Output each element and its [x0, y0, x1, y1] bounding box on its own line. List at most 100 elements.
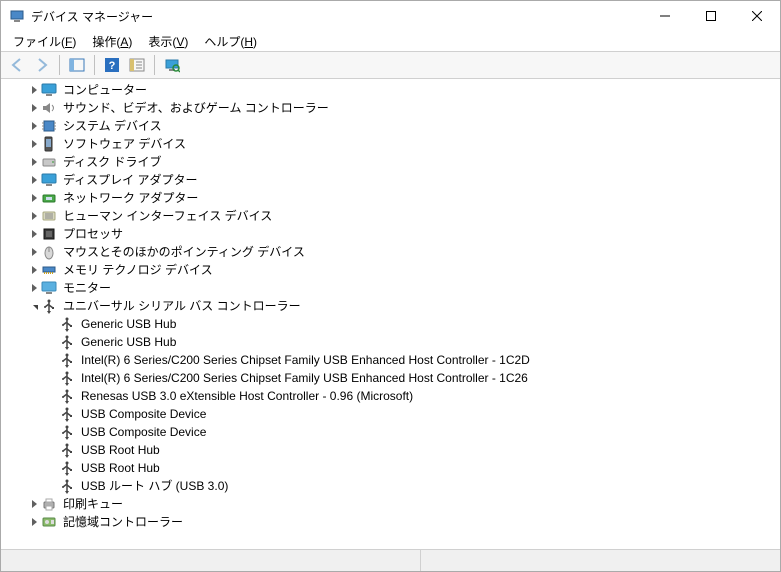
- expander-closed-icon[interactable]: [27, 117, 41, 135]
- expander-none-icon: [45, 333, 59, 351]
- tree-item[interactable]: ネットワーク アダプター: [9, 189, 778, 207]
- tree-item-label: Intel(R) 6 Series/C200 Series Chipset Fa…: [79, 351, 532, 369]
- properties-button[interactable]: [125, 53, 149, 77]
- menu-file[interactable]: ファイル(F): [5, 32, 84, 51]
- forward-button[interactable]: [30, 53, 54, 77]
- tree-item[interactable]: メモリ テクノロジ デバイス: [9, 261, 778, 279]
- expander-none-icon: [45, 477, 59, 495]
- tree-item-label: USB Root Hub: [79, 441, 162, 459]
- toolbar-separator: [59, 55, 60, 75]
- tree-item[interactable]: システム デバイス: [9, 117, 778, 135]
- tree-pane: コンピューターサウンド、ビデオ、およびゲーム コントローラーシステム デバイスソ…: [1, 79, 780, 549]
- tree-item[interactable]: ソフトウェア デバイス: [9, 135, 778, 153]
- expander-closed-icon[interactable]: [27, 189, 41, 207]
- window-controls: [642, 1, 780, 31]
- close-button[interactable]: [734, 1, 780, 31]
- tree-item-label: Generic USB Hub: [79, 315, 178, 333]
- tree-item[interactable]: 記憶域コントローラー: [9, 513, 778, 531]
- storage-icon: [41, 514, 57, 530]
- expander-open-icon[interactable]: [27, 297, 41, 315]
- tree-item-label: ネットワーク アダプター: [61, 189, 200, 207]
- help-button[interactable]: [100, 53, 124, 77]
- tree-item[interactable]: プロセッサ: [9, 225, 778, 243]
- expander-closed-icon[interactable]: [27, 513, 41, 531]
- expander-closed-icon[interactable]: [27, 171, 41, 189]
- app-icon: [9, 8, 25, 24]
- tree-item[interactable]: コンピューター: [9, 81, 778, 99]
- disk-icon: [41, 154, 57, 170]
- tree-item-label: システム デバイス: [61, 117, 164, 135]
- back-button[interactable]: [5, 53, 29, 77]
- tree-item[interactable]: USB ルート ハブ (USB 3.0): [9, 477, 778, 495]
- tree-item[interactable]: Generic USB Hub: [9, 315, 778, 333]
- tree-item[interactable]: ディスク ドライブ: [9, 153, 778, 171]
- device-tree[interactable]: コンピューターサウンド、ビデオ、およびゲーム コントローラーシステム デバイスソ…: [1, 79, 780, 549]
- menu-action[interactable]: 操作(A): [84, 32, 140, 51]
- minimize-button[interactable]: [642, 1, 688, 31]
- maximize-button[interactable]: [688, 1, 734, 31]
- expander-closed-icon[interactable]: [27, 243, 41, 261]
- monitor-icon: [41, 82, 57, 98]
- scan-hardware-button[interactable]: [160, 53, 184, 77]
- tree-item[interactable]: Renesas USB 3.0 eXtensible Host Controll…: [9, 387, 778, 405]
- expander-closed-icon[interactable]: [27, 153, 41, 171]
- expander-closed-icon[interactable]: [27, 495, 41, 513]
- tree-item-label: 印刷キュー: [61, 495, 125, 513]
- tree-item-label: USB Composite Device: [79, 405, 208, 423]
- expander-none-icon: [45, 459, 59, 477]
- device-manager-window: デバイス マネージャー ファイル(F) 操作(A) 表示(V) ヘルプ(H) コ…: [0, 0, 781, 572]
- tree-item[interactable]: Intel(R) 6 Series/C200 Series Chipset Fa…: [9, 369, 778, 387]
- usb-icon: [59, 316, 75, 332]
- titlebar: デバイス マネージャー: [1, 1, 780, 31]
- tree-item-label: USB Root Hub: [79, 459, 162, 477]
- tree-item[interactable]: USB Root Hub: [9, 441, 778, 459]
- soft-icon: [41, 136, 57, 152]
- usb-icon: [59, 442, 75, 458]
- expander-closed-icon[interactable]: [27, 207, 41, 225]
- memory-icon: [41, 262, 57, 278]
- expander-closed-icon[interactable]: [27, 225, 41, 243]
- expander-none-icon: [45, 405, 59, 423]
- tree-item-label: ヒューマン インターフェイス デバイス: [61, 207, 274, 225]
- tree-item[interactable]: USB Composite Device: [9, 405, 778, 423]
- expander-none-icon: [45, 441, 59, 459]
- expander-closed-icon[interactable]: [27, 99, 41, 117]
- expander-closed-icon[interactable]: [27, 279, 41, 297]
- show-hide-tree-button[interactable]: [65, 53, 89, 77]
- usb-icon: [59, 478, 75, 494]
- tree-item[interactable]: Generic USB Hub: [9, 333, 778, 351]
- tree-item[interactable]: ディスプレイ アダプター: [9, 171, 778, 189]
- status-cell: [1, 550, 421, 571]
- expander-none-icon: [45, 369, 59, 387]
- usb-icon: [59, 370, 75, 386]
- tree-item-label: Generic USB Hub: [79, 333, 178, 351]
- chip-icon: [41, 118, 57, 134]
- tree-item[interactable]: USB Composite Device: [9, 423, 778, 441]
- menu-view[interactable]: 表示(V): [140, 32, 196, 51]
- expander-closed-icon[interactable]: [27, 135, 41, 153]
- tree-item-label: コンピューター: [61, 81, 149, 99]
- tree-item[interactable]: ユニバーサル シリアル バス コントローラー: [9, 297, 778, 315]
- tree-item[interactable]: マウスとそのほかのポインティング デバイス: [9, 243, 778, 261]
- cpu-icon: [41, 226, 57, 242]
- tree-item-label: Renesas USB 3.0 eXtensible Host Controll…: [79, 387, 415, 405]
- usb-icon: [59, 406, 75, 422]
- tree-item[interactable]: モニター: [9, 279, 778, 297]
- expander-closed-icon[interactable]: [27, 81, 41, 99]
- usb-icon: [41, 298, 57, 314]
- mouse-icon: [41, 244, 57, 260]
- tree-item[interactable]: ヒューマン インターフェイス デバイス: [9, 207, 778, 225]
- expander-none-icon: [45, 423, 59, 441]
- menu-help[interactable]: ヘルプ(H): [196, 32, 265, 51]
- menubar: ファイル(F) 操作(A) 表示(V) ヘルプ(H): [1, 31, 780, 51]
- printer-icon: [41, 496, 57, 512]
- toolbar: [1, 51, 780, 79]
- tree-item-label: プロセッサ: [61, 225, 125, 243]
- tree-item[interactable]: USB Root Hub: [9, 459, 778, 477]
- tree-item[interactable]: サウンド、ビデオ、およびゲーム コントローラー: [9, 99, 778, 117]
- expander-closed-icon[interactable]: [27, 261, 41, 279]
- tree-item[interactable]: 印刷キュー: [9, 495, 778, 513]
- tree-item[interactable]: Intel(R) 6 Series/C200 Series Chipset Fa…: [9, 351, 778, 369]
- usb-icon: [59, 334, 75, 350]
- expander-none-icon: [45, 387, 59, 405]
